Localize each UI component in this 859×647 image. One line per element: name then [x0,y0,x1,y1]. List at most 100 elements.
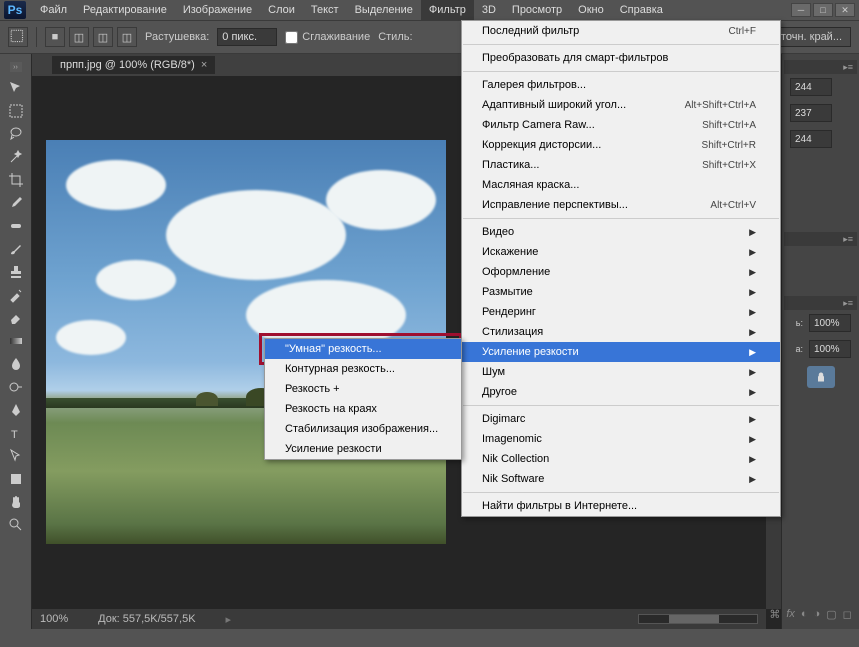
filter-video[interactable]: Видео▶ [462,222,780,242]
path-select-tool[interactable] [4,445,28,467]
filter-smart[interactable]: Преобразовать для смарт-фильтров [462,48,780,68]
sharpen-more[interactable]: Усиление резкости [265,439,461,459]
zoom-level[interactable]: 100% [40,613,68,625]
feather-input[interactable] [217,28,277,46]
menu-bar: Файл Редактирование Изображение Слои Тек… [32,0,671,20]
new-layer-icon[interactable]: ◻ [843,607,852,621]
selection-new-icon[interactable]: ■ [45,27,65,47]
wand-tool[interactable] [4,146,28,168]
link-icon[interactable]: ⌘ [769,607,780,621]
sharpen-stabilize[interactable]: Стабилизация изображения... [265,419,461,439]
heal-tool[interactable] [4,215,28,237]
filter-blur[interactable]: Размытие▶ [462,282,780,302]
filter-last[interactable]: Последний фильтрCtrl+F [462,21,780,41]
fx-icon[interactable]: fx [786,607,795,621]
filter-imagenomic[interactable]: Imagenomic▶ [462,429,780,449]
panel-menu-icon[interactable]: ▸≡ [843,234,853,245]
document-tab[interactable]: прпп.jpg @ 100% (RGB/8*) × [52,56,215,74]
folder-icon[interactable]: ▢ [826,607,836,621]
sharpen-edges[interactable]: Резкость на краях [265,399,461,419]
filter-digimarc[interactable]: Digimarc▶ [462,409,780,429]
status-strip: 100% Док: 557,5K/557,5K ▸ [32,609,766,629]
eraser-tool[interactable] [4,307,28,329]
filter-oil[interactable]: Масляная краска... [462,175,780,195]
sharpen-submenu: "Умная" резкость... Контурная резкость..… [264,338,462,460]
filter-nik-collection[interactable]: Nik Collection▶ [462,449,780,469]
title-bar: Ps Файл Редактирование Изображение Слои … [0,0,859,20]
move-tool[interactable] [4,77,28,99]
menu-file[interactable]: Файл [32,0,75,20]
document-tab-title: прпп.jpg @ 100% (RGB/8*) [60,59,195,71]
filter-gallery[interactable]: Галерея фильтров... [462,75,780,95]
lock-button[interactable] [807,366,835,388]
adjustment-icon[interactable]: ◑ [814,607,821,621]
menu-filter[interactable]: Фильтр [421,0,474,20]
gradient-tool[interactable] [4,330,28,352]
filter-distort[interactable]: Искажение▶ [462,242,780,262]
stamp-tool[interactable] [4,261,28,283]
crop-tool[interactable] [4,169,28,191]
panel-menu-icon[interactable]: ▸≡ [843,298,853,309]
filter-sharpen[interactable]: Усиление резкости▶ [462,342,780,362]
filter-adaptive[interactable]: Адаптивный широкий угол...Alt+Shift+Ctrl… [462,95,780,115]
selection-intersect-icon[interactable]: ◫ [117,27,137,47]
filter-noise[interactable]: Шум▶ [462,362,780,382]
filter-liquify[interactable]: Пластика...Shift+Ctrl+X [462,155,780,175]
filter-render[interactable]: Рендеринг▶ [462,302,780,322]
marquee-tool[interactable] [4,100,28,122]
history-brush-tool[interactable] [4,284,28,306]
menu-layers[interactable]: Слои [260,0,303,20]
filter-pixelate[interactable]: Оформление▶ [462,262,780,282]
color-g-input[interactable] [790,104,832,122]
color-b-input[interactable] [790,130,832,148]
antialias-checkbox[interactable] [285,31,298,44]
pen-tool[interactable] [4,399,28,421]
filter-dropdown: Последний фильтрCtrl+F Преобразовать для… [461,20,781,517]
menu-text[interactable]: Текст [303,0,347,20]
selection-subtract-icon[interactable]: ◫ [93,27,113,47]
sharpen-unsharp[interactable]: Контурная резкость... [265,359,461,379]
filter-perspective[interactable]: Исправление перспективы...Alt+Ctrl+V [462,195,780,215]
fill-input[interactable] [809,340,851,358]
dodge-tool[interactable] [4,376,28,398]
toolbox-expand-toggle[interactable]: ›› [10,62,22,72]
filter-camera-raw[interactable]: Фильтр Camera Raw...Shift+Ctrl+A [462,115,780,135]
hand-tool[interactable] [4,491,28,513]
filter-nik-software[interactable]: Nik Software▶ [462,469,780,489]
zoom-tool[interactable] [4,514,28,536]
opacity-input[interactable] [809,314,851,332]
menu-select[interactable]: Выделение [347,0,421,20]
window-maximize-button[interactable]: □ [813,3,833,17]
filter-lens[interactable]: Коррекция дисторсии...Shift+Ctrl+R [462,135,780,155]
eyedropper-tool[interactable] [4,192,28,214]
tool-preset-icon[interactable] [8,27,28,47]
filter-browse[interactable]: Найти фильтры в Интернете... [462,496,780,516]
selection-add-icon[interactable]: ◫ [69,27,89,47]
menu-help[interactable]: Справка [612,0,671,20]
mask-icon[interactable]: ◐ [801,607,808,621]
feather-label: Растушевка: [145,31,209,43]
menu-image[interactable]: Изображение [175,0,260,20]
window-close-button[interactable]: ✕ [835,3,855,17]
filter-other[interactable]: Другое▶ [462,382,780,402]
type-tool[interactable]: T [4,422,28,444]
color-r-input[interactable] [790,78,832,96]
layers-panel-footer: ⌘ fx ◐ ◑ ▢ ◻ 🗑 [782,607,859,621]
horizontal-scrollbar[interactable] [638,614,758,624]
close-icon[interactable]: × [201,59,207,71]
sharpen-plus[interactable]: Резкость + [265,379,461,399]
blur-tool[interactable] [4,353,28,375]
menu-view[interactable]: Просмотр [504,0,570,20]
menu-edit[interactable]: Редактирование [75,0,175,20]
lasso-tool[interactable] [4,123,28,145]
app-logo: Ps [4,1,26,19]
menu-3d[interactable]: 3D [474,0,504,20]
panel-menu-icon[interactable]: ▸≡ [843,62,853,73]
sharpen-smart[interactable]: "Умная" резкость... [265,339,461,359]
window-minimize-button[interactable]: ─ [791,3,811,17]
shape-tool[interactable] [4,468,28,490]
brush-tool[interactable] [4,238,28,260]
filter-stylize[interactable]: Стилизация▶ [462,322,780,342]
menu-window[interactable]: Окно [570,0,612,20]
doc-size: Док: 557,5K/557,5K [98,613,195,625]
